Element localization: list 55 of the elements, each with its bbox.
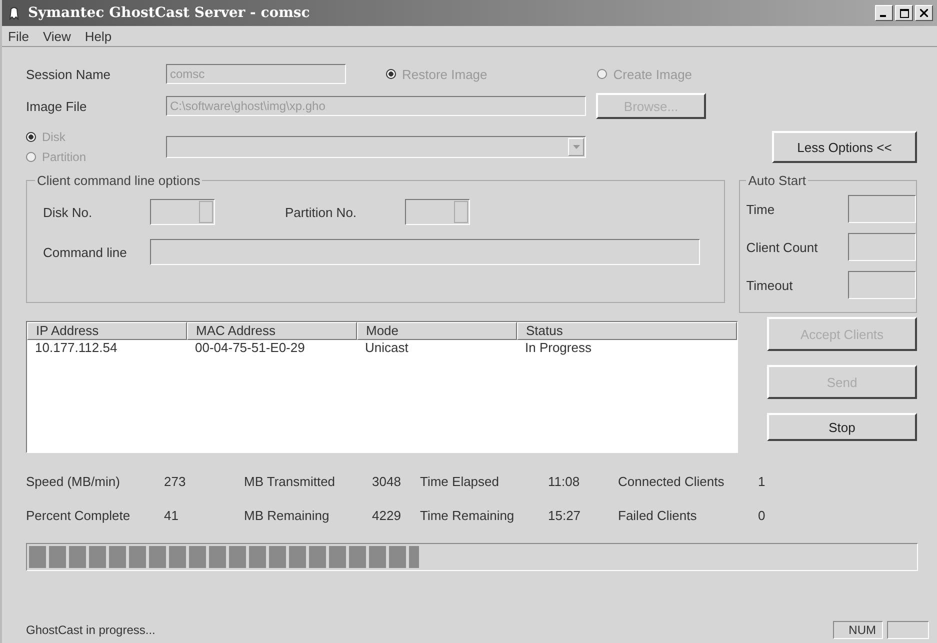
- menu-item[interactable]: View: [42, 28, 71, 44]
- stat-value: 273: [164, 474, 187, 488]
- disk-number-spinner[interactable]: [150, 199, 215, 225]
- column-header[interactable]: Status: [517, 322, 737, 340]
- less-options-button[interactable]: Less Options <<: [772, 131, 917, 163]
- column-header[interactable]: MAC Address: [187, 322, 357, 340]
- close-icon: [920, 9, 928, 17]
- num-lock-indicator: NUM: [833, 621, 883, 639]
- field-label: Timeout: [746, 278, 793, 292]
- field-label: Command line: [42, 244, 128, 260]
- stat-label: MB Transmitted: [244, 474, 336, 488]
- stat-value: 11:08: [548, 474, 581, 488]
- close-button[interactable]: [915, 5, 933, 21]
- stat-value: 1: [758, 474, 766, 488]
- group-title: Client command line options: [36, 173, 202, 188]
- status-message: GhostCast in progress...: [26, 623, 156, 637]
- field-label: Partition No.: [285, 204, 358, 220]
- action-button[interactable]: Stop: [767, 413, 917, 441]
- field-label: Session Name: [26, 66, 112, 82]
- auto-start-field[interactable]: [848, 195, 916, 223]
- stat-value: 41: [164, 508, 180, 522]
- field-label: Client Count: [746, 240, 818, 254]
- auto-start-field[interactable]: [848, 271, 916, 299]
- partition-dropdown[interactable]: [166, 136, 586, 158]
- command-line-field[interactable]: [150, 239, 700, 265]
- stat-value: 3048: [372, 474, 402, 488]
- field-label: Image File: [26, 98, 88, 114]
- table-cell-text: 00-04-75-51-E0-29: [194, 340, 306, 357]
- field-label: Disk No.: [42, 204, 94, 220]
- stat-label: Speed (MB/min): [26, 474, 121, 488]
- minimize-button[interactable]: [875, 5, 893, 21]
- stat-label: Connected Clients: [618, 474, 726, 488]
- stat-label: Failed Clients: [618, 508, 698, 522]
- stat-label: Time Remaining: [420, 508, 516, 522]
- field-label: Time: [746, 202, 775, 216]
- group-title: Auto Start: [747, 173, 808, 188]
- auto-start-field[interactable]: [848, 233, 916, 261]
- table-cell-text: 10.177.112.54: [34, 340, 118, 357]
- stat-value: 15:27: [548, 508, 582, 522]
- table-cell-text: In Progress: [524, 340, 592, 357]
- status-panel: [887, 621, 929, 639]
- menu-item[interactable]: File: [8, 28, 29, 44]
- stat-label: Time Elapsed: [420, 474, 500, 488]
- window-title: Symantec GhostCast Server - comsc: [28, 5, 311, 21]
- partition-number-spinner[interactable]: [405, 199, 470, 225]
- maximize-icon: [900, 8, 908, 18]
- table-cell-text: Unicast: [364, 340, 410, 357]
- stat-label: MB Remaining: [244, 508, 330, 522]
- stat-label: Percent Complete: [26, 508, 132, 522]
- stat-value: 4229: [372, 508, 402, 522]
- maximize-button[interactable]: [895, 5, 913, 21]
- column-header[interactable]: Mode: [357, 322, 517, 340]
- menu-item[interactable]: Help: [84, 28, 112, 44]
- stat-value: 0: [758, 508, 766, 522]
- column-header[interactable]: IP Address: [27, 322, 187, 340]
